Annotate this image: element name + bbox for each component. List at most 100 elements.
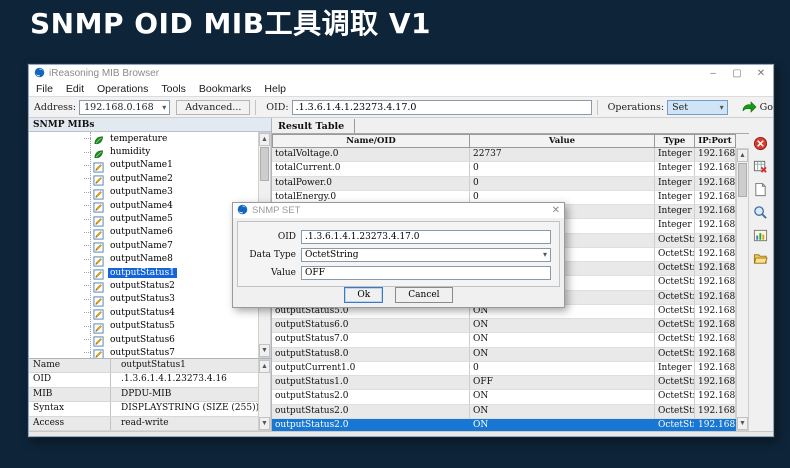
detail-row-name: NameoutputStatus1	[29, 359, 271, 373]
window-title: iReasoning MIB Browser	[49, 68, 159, 79]
minimize-button[interactable]: –	[701, 65, 725, 82]
window-titlebar[interactable]: iReasoning MIB Browser – ▢ ✕	[29, 65, 773, 82]
menu-item-edit[interactable]: Edit	[66, 83, 84, 95]
close-button[interactable]: ✕	[749, 65, 773, 82]
edit-icon	[93, 321, 104, 332]
cell-type: OctetString	[655, 248, 695, 262]
table-row[interactable]: outputStatus8.0ONOctetString192.168.0...	[272, 348, 736, 362]
table-row[interactable]: totalCurrent.00Integer192.168.0...	[272, 162, 736, 176]
cell-value: ON	[470, 348, 655, 362]
table-row[interactable]: totalPower.00Integer192.168.0...	[272, 177, 736, 191]
scroll-down-icon[interactable]: ▼	[259, 344, 270, 357]
leaf-icon	[93, 133, 104, 144]
data-type-select[interactable]: OctetString▾	[301, 248, 551, 262]
tree-item-label: outputStatus2	[108, 281, 177, 291]
scrollbar-thumb[interactable]	[260, 147, 269, 181]
scrollbar-thumb[interactable]	[738, 163, 747, 197]
table-row[interactable]: outputCurrent1.00Integer192.168.0...	[272, 362, 736, 376]
app-logo-icon	[34, 65, 45, 83]
dialog-field-row: Data TypeOctetString▾	[244, 247, 551, 262]
scroll-up-icon[interactable]: ▲	[259, 360, 270, 373]
result-scrollbar[interactable]: ▲ ▼	[736, 148, 749, 431]
cell-name: outputCurrent1.0	[272, 362, 470, 376]
tree-item-label: outputStatus7	[108, 348, 177, 358]
ok-button[interactable]: Ok	[344, 287, 383, 303]
table-row[interactable]: outputStatus2.0ONOctetString192.168.0...	[272, 405, 736, 419]
dialog-field-row: Value	[244, 265, 551, 280]
chevron-down-icon[interactable]: ▾	[717, 103, 727, 112]
tree-item-outputStatus6[interactable]: outputStatus6	[29, 333, 271, 346]
address-toolbar: Address: 192.168.0.168 ▾ Advanced... OID…	[29, 97, 773, 118]
tree-item-humidity[interactable]: humidity	[29, 145, 271, 158]
menu-item-bookmarks[interactable]: Bookmarks	[199, 83, 252, 95]
menu-item-file[interactable]: File	[36, 83, 53, 95]
tree-item-outputStatus5[interactable]: outputStatus5	[29, 319, 271, 332]
tree-item-outputStatus7[interactable]: outputStatus7	[29, 346, 271, 358]
maximize-button[interactable]: ▢	[725, 65, 749, 82]
tree-item-temperature[interactable]: temperature	[29, 132, 271, 145]
menu-item-help[interactable]: Help	[264, 83, 286, 95]
tree-item-outputName2[interactable]: outputName2	[29, 172, 271, 185]
scroll-up-icon[interactable]: ▲	[737, 149, 748, 162]
chart-icon[interactable]	[753, 228, 769, 244]
column-header-1[interactable]: Value	[470, 134, 655, 148]
cell-ip-port: 192.168.0...	[695, 234, 736, 248]
table-row[interactable]: outputStatus1.0OFFOctetString192.168.0..…	[272, 376, 736, 390]
cell-type: Integer	[655, 177, 695, 191]
column-header-3[interactable]: IP:Port	[695, 134, 736, 148]
cell-value: 0	[470, 177, 655, 191]
scroll-down-icon[interactable]: ▼	[737, 417, 748, 430]
cell-name: totalVoltage.0	[272, 148, 470, 162]
scroll-up-icon[interactable]: ▲	[259, 133, 270, 146]
cell-value: 22737	[470, 148, 655, 162]
cell-type: OctetString	[655, 405, 695, 419]
table-row[interactable]: totalVoltage.022737Integer192.168.0...	[272, 148, 736, 162]
operations-combobox[interactable]: Set ▾	[667, 100, 728, 115]
cell-ip-port: 192.168.0...	[695, 148, 736, 162]
cell-name: totalPower.0	[272, 177, 470, 191]
table-delete-icon[interactable]	[753, 159, 769, 175]
dialog-titlebar[interactable]: SNMP SET ✕	[233, 203, 564, 218]
search-icon[interactable]	[753, 205, 769, 221]
tree-item-outputName3[interactable]: outputName3	[29, 186, 271, 199]
table-row[interactable]: outputStatus6.0ONOctetString192.168.0...	[272, 319, 736, 333]
column-header-0[interactable]: Name/OID	[272, 134, 470, 148]
detail-row-mib: MIBDPDU-MIB	[29, 388, 271, 402]
cell-type: OctetString	[655, 348, 695, 362]
value-field[interactable]	[301, 266, 551, 280]
column-header-2[interactable]: Type	[655, 134, 695, 148]
node-details: NameoutputStatus1OID.1.3.6.1.4.1.23273.4…	[29, 358, 271, 431]
go-button[interactable]: Go	[742, 101, 773, 113]
chevron-down-icon[interactable]: ▾	[159, 103, 169, 112]
cell-ip-port: 192.168.0...	[695, 219, 736, 233]
result-table-tab[interactable]: Result Table	[272, 119, 355, 133]
cell-name: outputStatus7.0	[272, 333, 470, 347]
cell-type: OctetString	[655, 305, 695, 319]
cell-ip-port: 192.168.0...	[695, 333, 736, 347]
oid-field[interactable]	[301, 230, 551, 244]
menu-item-operations[interactable]: Operations	[97, 83, 148, 95]
edit-icon	[93, 240, 104, 251]
toolbar-divider	[597, 100, 598, 115]
dialog-buttons: Ok Cancel	[233, 287, 564, 303]
table-row[interactable]: outputStatus2.0ONOctetString192.168.0...	[272, 419, 736, 431]
details-scrollbar[interactable]: ▲ ▼	[258, 359, 271, 431]
tree-item-outputStatus4[interactable]: outputStatus4	[29, 306, 271, 319]
tree-item-outputName1[interactable]: outputName1	[29, 159, 271, 172]
stop-icon[interactable]	[753, 136, 769, 152]
dialog-fields: OIDData TypeOctetString▾Value	[237, 221, 560, 287]
table-row[interactable]: outputStatus7.0ONOctetString192.168.0...	[272, 333, 736, 347]
cancel-button[interactable]: Cancel	[395, 287, 452, 303]
document-icon[interactable]	[753, 182, 769, 198]
advanced-button[interactable]: Advanced...	[176, 100, 250, 115]
folder-open-icon[interactable]	[753, 251, 769, 267]
scroll-down-icon[interactable]: ▼	[259, 417, 270, 430]
address-combobox[interactable]: 192.168.0.168 ▾	[79, 100, 170, 115]
menu-item-tools[interactable]: Tools	[161, 83, 186, 95]
tree-item-label: outputStatus1	[108, 268, 177, 278]
chevron-down-icon[interactable]: ▾	[543, 250, 550, 259]
oid-input[interactable]	[292, 100, 592, 115]
table-row[interactable]: outputStatus2.0ONOctetString192.168.0...	[272, 390, 736, 404]
dialog-close-icon[interactable]: ✕	[552, 205, 560, 216]
operations-label: Operations:	[608, 102, 664, 113]
